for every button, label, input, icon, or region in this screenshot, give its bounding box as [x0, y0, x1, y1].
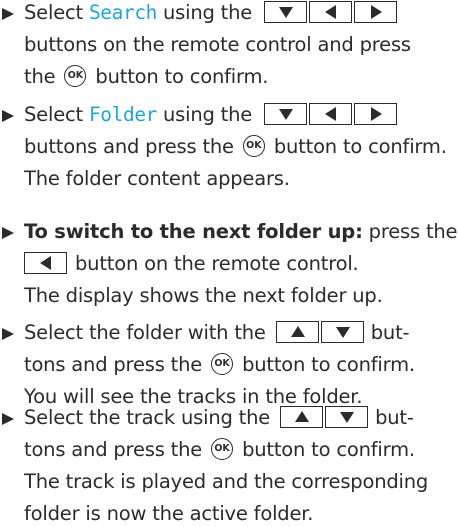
arrow-down-key-icon — [320, 320, 364, 343]
step-3-heading: To switch to the next folder up: — [24, 220, 363, 243]
arrow-up-key-icon — [280, 405, 324, 428]
arrow-left-key-icon — [309, 0, 353, 23]
step-1-text: Select — [24, 1, 89, 24]
step-2-text: Select — [24, 103, 89, 126]
step-5-text: button to confirm. — [242, 438, 415, 461]
step-4-text: Select the folder with the — [24, 321, 266, 344]
step-1-line-2: buttons on the remote control and press — [24, 33, 411, 56]
ok-button-icon: OK — [211, 437, 234, 460]
bullet-arrow-icon — [2, 328, 14, 340]
step-3-text: button on the remote control. — [75, 252, 359, 275]
ok-button-icon: OK — [64, 64, 87, 87]
step-2-text: using the — [157, 103, 253, 126]
bullet-arrow-icon — [2, 227, 14, 239]
step-3-text: press the — [362, 220, 458, 243]
menu-item-search: Search — [88, 1, 158, 24]
step-1-text: button to confirm. — [95, 65, 269, 88]
step-5-result-line-1: The track is played and the correspondin… — [24, 470, 429, 493]
step-2-result: The folder content appears. — [24, 167, 290, 190]
step-1-text: the — [24, 65, 56, 88]
ok-button-icon: OK — [211, 352, 234, 375]
arrow-down-key-icon — [264, 102, 308, 125]
menu-item-folder: Folder — [88, 103, 158, 126]
bullet-arrow-icon — [2, 110, 14, 122]
step-4-text: button to confirm. — [242, 353, 415, 376]
arrow-left-key-icon — [309, 102, 353, 125]
step-4-text: tons and press the — [24, 353, 203, 376]
step-5-text: but- — [375, 406, 414, 429]
arrow-up-key-icon — [275, 320, 319, 343]
step-4-text: but- — [370, 321, 410, 344]
arrow-right-key-icon — [354, 102, 398, 125]
step-2-text: button to confirm. — [273, 135, 447, 158]
step-5-text: Select the track using the — [24, 406, 271, 429]
step-2-text: buttons and press the — [24, 135, 234, 158]
step-3-result: The display shows the next folder up. — [24, 284, 383, 307]
arrow-left-key-icon — [24, 251, 67, 274]
ok-button-icon: OK — [242, 134, 265, 157]
arrow-down-key-icon — [325, 405, 369, 428]
step-5-result-line-2: folder is now the active folder. — [24, 502, 314, 525]
step-5-text: tons and press the — [24, 438, 203, 461]
step-1-text: using the — [157, 1, 253, 24]
arrow-right-key-icon — [354, 0, 398, 23]
bullet-arrow-icon — [2, 413, 14, 425]
bullet-arrow-icon — [2, 8, 14, 20]
arrow-down-key-icon — [264, 0, 308, 23]
